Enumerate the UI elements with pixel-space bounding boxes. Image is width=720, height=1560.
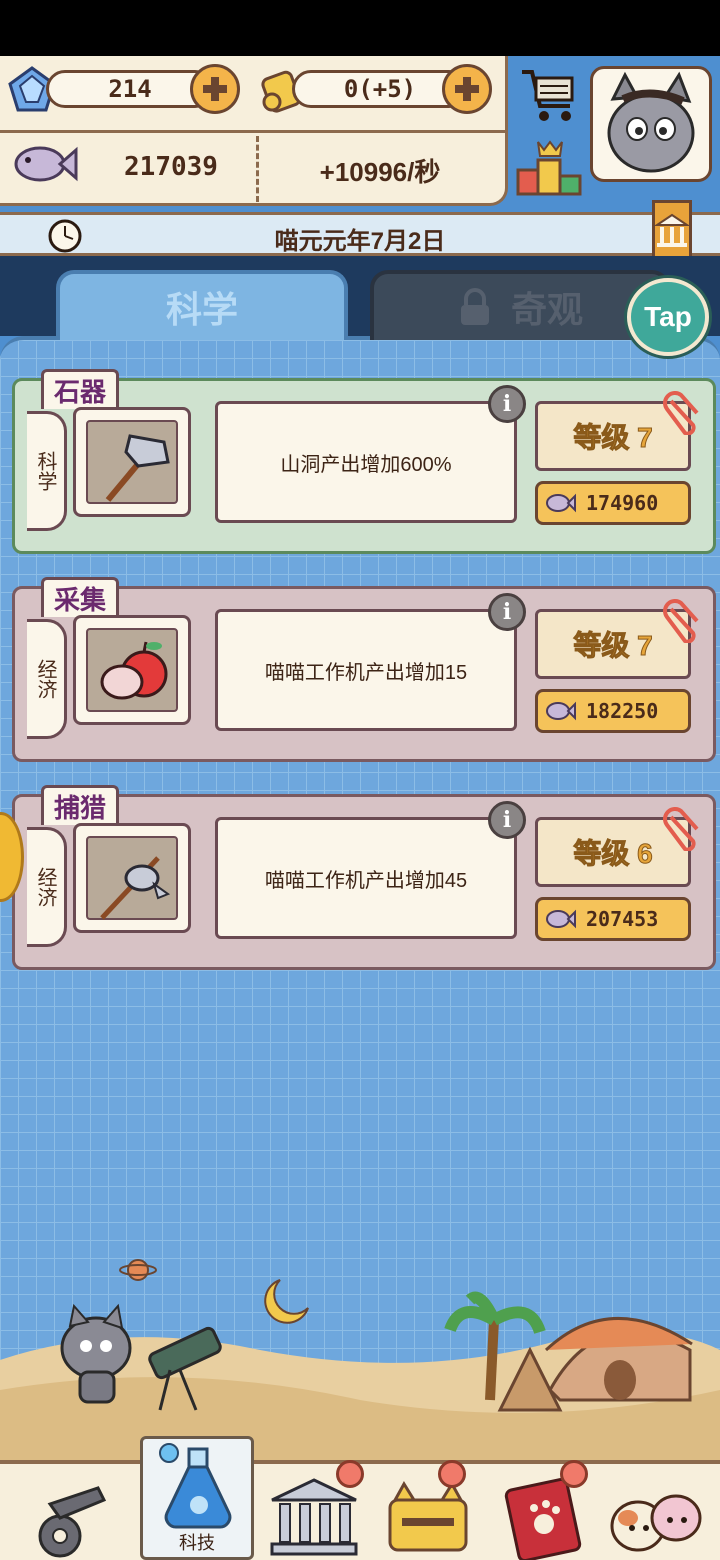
tab-science[interactable]: 科学 [56, 270, 348, 340]
tab-wonders-label: 奇观 [510, 289, 583, 330]
tech-card-hunting: 捕猎 经济 喵喵工作机产出增加45 i 等级 6 207453 [12, 785, 716, 970]
card-title: 采集 [41, 577, 120, 617]
card-description: 山洞产出增加600% [215, 401, 517, 523]
card-icon-frame [73, 407, 191, 517]
nav-technology[interactable]: 科技 [140, 1436, 254, 1560]
nav-cat-box[interactable] [380, 1460, 490, 1560]
shop-button[interactable] [516, 62, 580, 126]
nav-cat-family[interactable] [606, 1474, 716, 1560]
upgrade-button[interactable]: 174960 [535, 481, 691, 525]
card-title: 石器 [41, 369, 120, 409]
stone-hammer-icon [105, 434, 170, 502]
upgrade-cost: 182250 [586, 699, 659, 723]
fish-rate: +10996/秒 [319, 157, 441, 187]
fish-icon [546, 909, 576, 929]
tech-card-gathering: 采集 经济 喵喵工作机产出增加15 i 等级 7 182250 [12, 577, 716, 762]
card-icon-frame [73, 823, 191, 933]
avatar[interactable] [590, 66, 712, 182]
apple-icon [100, 641, 168, 700]
tech-card-stone-tools: 石器 科学 山洞产出增加600% i 等级 7 174960 [12, 369, 716, 554]
spear-fish-icon [100, 856, 171, 920]
paperclip-icon [663, 391, 699, 435]
info-button[interactable]: i [488, 593, 526, 631]
fish-divider [256, 136, 259, 202]
card-category: 经济 [27, 827, 67, 947]
nav-technology-label: 科技 [179, 1533, 215, 1553]
potion-flask-icon [159, 1443, 232, 1529]
game-date: 喵元元年7月2日 [274, 228, 446, 255]
card-category: 经济 [27, 619, 67, 739]
gem-count: 214 [46, 70, 214, 108]
fish-icon [14, 146, 78, 182]
moon-icon [264, 1279, 309, 1324]
add-scrolls-button[interactable] [442, 64, 492, 114]
upgrade-cost: 207453 [586, 907, 659, 931]
paperclip-icon [663, 807, 699, 851]
info-button[interactable]: i [488, 385, 526, 423]
upgrade-cost: 174960 [586, 491, 659, 515]
bottom-nav: 科技 [0, 1436, 720, 1560]
shopping-cart-icon [522, 70, 574, 121]
cart-wheel-icon [38, 1486, 107, 1558]
cat-box-icon [388, 1481, 468, 1552]
cat-avatar-icon [607, 71, 695, 173]
upgrade-button[interactable]: 182250 [535, 689, 691, 733]
fish-total: 217039 [124, 152, 218, 182]
nav-cart[interactable] [20, 1474, 130, 1560]
notification-dot [560, 1460, 588, 1488]
podium-icon [516, 140, 582, 196]
tap-button[interactable]: Tap [627, 278, 709, 356]
landscape-scene [0, 1259, 720, 1460]
date-bar: 喵元元年7月2日 [0, 212, 720, 256]
panel-divider [0, 130, 505, 133]
cat-family-icon [610, 1494, 702, 1552]
info-button[interactable]: i [488, 801, 526, 839]
status-bar [0, 0, 720, 56]
ranking-button[interactable] [516, 136, 582, 198]
card-category: 科学 [27, 411, 67, 531]
plus-icon [203, 77, 227, 101]
plus-icon [455, 77, 479, 101]
nav-paw-book[interactable] [498, 1460, 608, 1560]
card-title: 捕猎 [41, 785, 120, 825]
tab-wonders[interactable]: 奇观 [370, 270, 670, 340]
resource-panel: 214 0(+5) 217039 +10996/秒 [0, 56, 508, 206]
museum-icon [653, 213, 691, 247]
fish-icon [546, 493, 576, 513]
card-description: 喵喵工作机产出增加15 [215, 609, 517, 731]
paperclip-icon [663, 599, 699, 643]
upgrade-button[interactable]: 207453 [535, 897, 691, 941]
card-icon-frame [73, 615, 191, 725]
card-description: 喵喵工作机产出增加45 [215, 817, 517, 939]
add-gems-button[interactable] [190, 64, 240, 114]
notification-dot [336, 1460, 364, 1488]
paw-book-icon [504, 1477, 582, 1560]
fish-icon [546, 701, 576, 721]
planet-icon [119, 1259, 157, 1281]
lock-icon [460, 288, 489, 325]
notification-dot [438, 1460, 466, 1488]
nav-museum[interactable] [266, 1460, 376, 1560]
